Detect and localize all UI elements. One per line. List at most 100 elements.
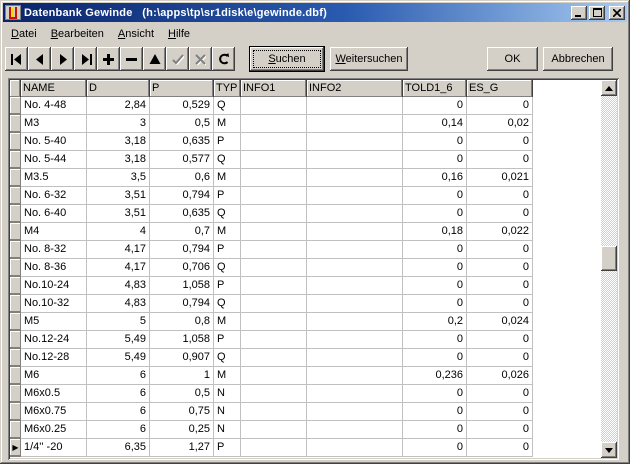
cell-es_g[interactable]: 0 [467,349,533,367]
cell-d[interactable]: 3,51 [87,187,150,205]
ok-button[interactable]: OK [487,47,538,71]
cell-told1_6[interactable]: 0 [403,205,467,223]
insert-record-button[interactable] [97,47,120,71]
cell-told1_6[interactable]: 0 [403,187,467,205]
cell-p[interactable]: 0,635 [150,205,214,223]
cell-info1[interactable] [241,313,307,331]
cell-info2[interactable] [307,421,403,439]
cell-name[interactable]: M4 [21,223,87,241]
cell-d[interactable]: 4,17 [87,259,150,277]
cell-name[interactable]: No. 8-32 [21,241,87,259]
cell-info2[interactable] [307,187,403,205]
cell-es_g[interactable]: 0 [467,151,533,169]
scrollbar-thumb[interactable] [601,246,617,271]
cell-d[interactable]: 4 [87,223,150,241]
cell-es_g[interactable]: 0,026 [467,367,533,385]
cell-info1[interactable] [241,295,307,313]
cell-es_g[interactable]: 0 [467,187,533,205]
cell-name[interactable]: M5 [21,313,87,331]
cell-es_g[interactable]: 0 [467,295,533,313]
cell-told1_6[interactable]: 0 [403,241,467,259]
cell-told1_6[interactable]: 0 [403,259,467,277]
cell-info2[interactable] [307,115,403,133]
cell-name[interactable]: M6 [21,367,87,385]
cell-name[interactable]: No. 6-40 [21,205,87,223]
cell-name[interactable]: 1/4'' -20 [21,439,87,457]
cell-p[interactable]: 0,5 [150,115,214,133]
cell-told1_6[interactable]: 0 [403,151,467,169]
cell-d[interactable]: 5 [87,313,150,331]
cell-p[interactable]: 1,058 [150,331,214,349]
scroll-up-button[interactable] [601,80,617,96]
cell-info2[interactable] [307,97,403,115]
cell-es_g[interactable]: 0 [467,331,533,349]
cell-info1[interactable] [241,277,307,295]
cell-typ[interactable]: Q [214,205,241,223]
cell-d[interactable]: 6 [87,367,150,385]
cell-es_g[interactable]: 0 [467,133,533,151]
cell-info1[interactable] [241,421,307,439]
cell-name[interactable]: No.12-24 [21,331,87,349]
column-header-p[interactable]: P [150,80,214,97]
cell-info1[interactable] [241,115,307,133]
cell-info1[interactable] [241,97,307,115]
cell-d[interactable]: 3,18 [87,151,150,169]
cell-p[interactable]: 0,577 [150,151,214,169]
column-header-typ[interactable]: TYP [214,80,241,97]
cell-name[interactable]: M6x0.25 [21,421,87,439]
cell-typ[interactable]: Q [214,349,241,367]
cell-info2[interactable] [307,313,403,331]
cell-info2[interactable] [307,259,403,277]
cell-d[interactable]: 3 [87,115,150,133]
cell-info2[interactable] [307,151,403,169]
cell-info1[interactable] [241,439,307,457]
cell-name[interactable]: No.10-32 [21,295,87,313]
column-header-name[interactable]: NAME [21,80,87,97]
cell-typ[interactable]: P [214,241,241,259]
cell-name[interactable]: No.10-24 [21,277,87,295]
cell-told1_6[interactable]: 0,236 [403,367,467,385]
cell-info1[interactable] [241,241,307,259]
cell-es_g[interactable]: 0 [467,277,533,295]
cell-p[interactable]: 0,8 [150,313,214,331]
search-button[interactable]: Suchen [249,46,325,72]
cancel-edit-button[interactable] [189,47,212,71]
cell-d[interactable]: 2,84 [87,97,150,115]
cell-name[interactable]: No. 5-40 [21,133,87,151]
cell-told1_6[interactable]: 0 [403,421,467,439]
cell-name[interactable]: M6x0.75 [21,403,87,421]
cell-typ[interactable]: Q [214,259,241,277]
cell-info2[interactable] [307,205,403,223]
cell-info2[interactable] [307,403,403,421]
cell-typ[interactable]: N [214,385,241,403]
cell-p[interactable]: 0,635 [150,133,214,151]
cell-typ[interactable]: M [214,223,241,241]
cell-info1[interactable] [241,151,307,169]
cell-info1[interactable] [241,403,307,421]
cell-d[interactable]: 6,35 [87,439,150,457]
cancel-button[interactable]: Abbrechen [543,47,613,71]
column-header-info2[interactable]: INFO2 [307,80,403,97]
cell-d[interactable]: 6 [87,403,150,421]
cell-info2[interactable] [307,367,403,385]
cell-es_g[interactable]: 0 [467,241,533,259]
cell-p[interactable]: 0,5 [150,385,214,403]
search-next-button[interactable]: Weitersuchen [330,47,408,71]
cell-told1_6[interactable]: 0 [403,133,467,151]
cell-p[interactable]: 0,706 [150,259,214,277]
cell-p[interactable]: 0,794 [150,187,214,205]
cell-name[interactable]: No. 4-48 [21,97,87,115]
cell-info2[interactable] [307,133,403,151]
menu-item-hilfe[interactable]: Hilfe [161,26,197,42]
cell-info1[interactable] [241,133,307,151]
cell-told1_6[interactable]: 0 [403,403,467,421]
cell-d[interactable]: 6 [87,385,150,403]
cell-es_g[interactable]: 0,02 [467,115,533,133]
cell-typ[interactable]: N [214,403,241,421]
cell-name[interactable]: M3 [21,115,87,133]
cell-info1[interactable] [241,223,307,241]
menu-item-datei[interactable]: Datei [4,26,44,42]
next-record-button[interactable] [51,47,74,71]
cell-d[interactable]: 5,49 [87,349,150,367]
column-header-d[interactable]: D [87,80,150,97]
